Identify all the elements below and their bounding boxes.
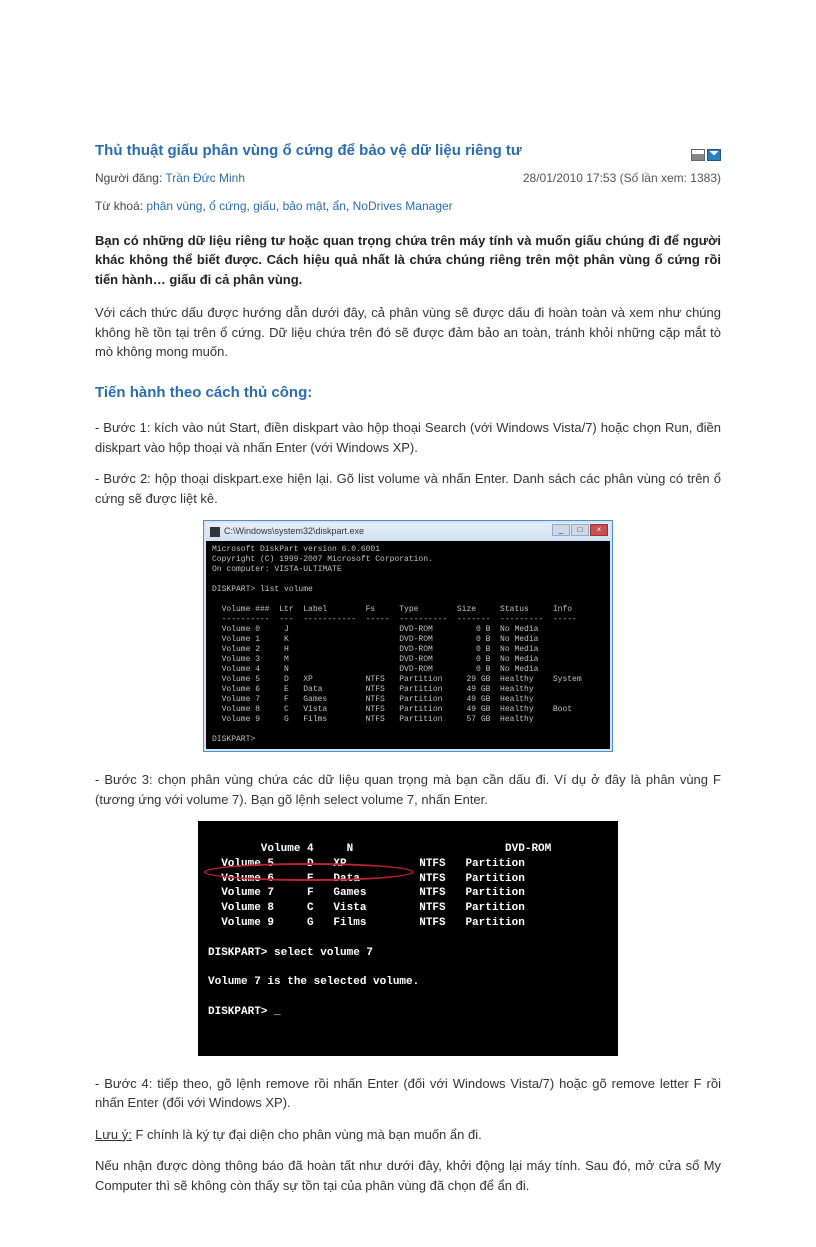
note-paragraph: Lưu ý: F chính là ký tự đại diện cho phâ…: [95, 1125, 721, 1145]
step-4: - Bước 4: tiếp theo, gõ lệnh remove rồi …: [95, 1074, 721, 1113]
email-icon[interactable]: [707, 149, 721, 161]
tag-link[interactable]: ổ cứng: [209, 199, 246, 213]
date-views: 28/01/2010 17:53 (Số lần xem: 1383): [523, 169, 721, 187]
terminal-title: C:\Windows\system32\diskpart.exe: [224, 525, 364, 539]
tag-link[interactable]: bảo mật: [283, 199, 326, 213]
meta-row: Người đăng: Trần Đức Minh 28/01/2010 17:…: [95, 169, 721, 187]
action-icons: [691, 149, 721, 161]
maximize-button[interactable]: □: [571, 524, 589, 536]
paragraph-1: Với cách thức dấu được hướng dẫn dưới đâ…: [95, 303, 721, 362]
terminal-screenshot-2: Volume 4 N DVD-ROM Volume 5 D XP NTFS Pa…: [198, 821, 618, 1056]
terminal-titlebar: C:\Windows\system32\diskpart.exe _ □ ×: [206, 523, 610, 541]
author-block: Người đăng: Trần Đức Minh: [95, 169, 245, 187]
author-label: Người đăng:: [95, 171, 162, 185]
step-2: - Bước 2: hộp thoại diskpart.exe hiện lạ…: [95, 469, 721, 508]
terminal-output-2: Volume 4 N DVD-ROM Volume 5 D XP NTFS Pa…: [198, 821, 618, 1056]
note-text: F chính là ký tự đại diện cho phân vùng …: [132, 1127, 482, 1142]
tag-link[interactable]: phân vùng: [146, 199, 202, 213]
print-icon[interactable]: [691, 149, 705, 161]
section-heading: Tiến hành theo cách thủ công:: [95, 382, 721, 405]
window-buttons: _ □ ×: [552, 524, 608, 536]
tags-label: Từ khoá:: [95, 199, 143, 213]
close-button[interactable]: ×: [590, 524, 608, 536]
step-3: - Bước 3: chọn phân vùng chứa các dữ liệ…: [95, 770, 721, 809]
terminal-output-1: Microsoft DiskPart version 6.0.6001 Copy…: [206, 541, 610, 749]
minimize-button[interactable]: _: [552, 524, 570, 536]
tag-link[interactable]: NoDrives Manager: [353, 199, 453, 213]
terminal-screenshot-1: C:\Windows\system32\diskpart.exe _ □ × M…: [203, 520, 613, 752]
intro-paragraph: Bạn có những dữ liệu riêng tư hoặc quan …: [95, 231, 721, 290]
note-label: Lưu ý:: [95, 1127, 132, 1142]
last-paragraph: Nếu nhận được dòng thông báo đã hoàn tất…: [95, 1156, 721, 1195]
cmd-icon: [210, 527, 220, 537]
tag-link[interactable]: giấu: [253, 199, 276, 213]
author-link[interactable]: Trần Đức Minh: [165, 171, 245, 185]
tags-row: Từ khoá: phân vùng, ổ cứng, giấu, bảo mậ…: [95, 197, 721, 215]
page-title: Thủ thuật giấu phân vùng ổ cứng để bảo v…: [95, 140, 721, 163]
step-1: - Bước 1: kích vào nút Start, điền diskp…: [95, 418, 721, 457]
tag-link[interactable]: ẩn: [333, 199, 346, 213]
